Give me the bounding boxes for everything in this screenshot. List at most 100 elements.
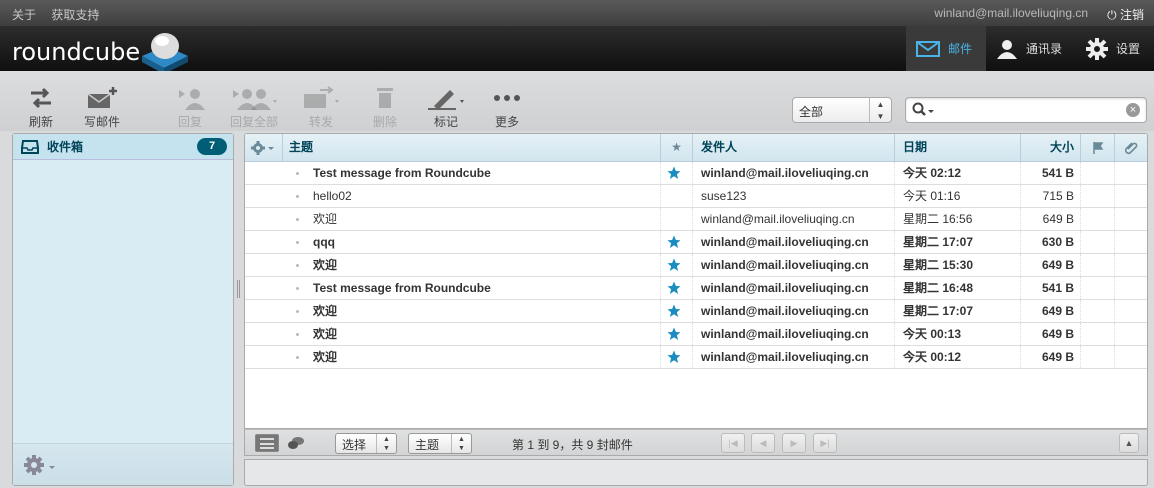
- mark-label: 标记: [433, 115, 458, 129]
- row-flag-cell[interactable]: [1081, 346, 1115, 368]
- column-size[interactable]: 大小: [1021, 134, 1081, 162]
- last-page-button[interactable]: ▶|: [813, 433, 837, 453]
- compose-button[interactable]: 写邮件: [77, 85, 127, 130]
- row-flag-cell[interactable]: [1081, 254, 1115, 276]
- status-dot-icon[interactable]: [296, 356, 299, 359]
- status-dot-icon[interactable]: [296, 195, 299, 198]
- forward-label: 转发: [308, 115, 333, 129]
- row-from: winland@mail.iloveliuqing.cn: [693, 346, 895, 368]
- message-row[interactable]: hello02 suse123 今天 01:16 715 B: [245, 185, 1147, 208]
- forward-button[interactable]: 转发: [296, 85, 346, 130]
- row-size: 649 B: [1021, 346, 1081, 368]
- message-row[interactable]: Test message from Roundcube winland@mail.…: [245, 277, 1147, 300]
- next-page-button[interactable]: ▶: [782, 433, 806, 453]
- message-row[interactable]: 欢迎 winland@mail.iloveliuqing.cn 星期二 15:30 6…: [245, 254, 1147, 277]
- row-flag-cell[interactable]: [1081, 185, 1115, 207]
- task-settings[interactable]: 设置: [1076, 26, 1154, 71]
- row-attachment-cell: [1115, 208, 1147, 230]
- pane-splitter[interactable]: [237, 280, 240, 298]
- flagged-star-icon[interactable]: [667, 304, 681, 318]
- reply-button[interactable]: 回复: [165, 85, 215, 130]
- column-date[interactable]: 日期: [895, 134, 1021, 162]
- list-options-button[interactable]: [245, 134, 283, 162]
- logout-link[interactable]: ⏻ 注销: [1107, 6, 1144, 23]
- flagged-star-icon[interactable]: [667, 281, 681, 295]
- support-link[interactable]: 获取支持: [51, 8, 99, 22]
- mark-button[interactable]: 标记: [421, 85, 471, 130]
- row-size: 541 B: [1021, 162, 1081, 184]
- row-star-cell[interactable]: [661, 208, 693, 230]
- message-row[interactable]: 欢迎 winland@mail.iloveliuqing.cn 星期二 17:07 6…: [245, 300, 1147, 323]
- more-button[interactable]: 更多: [482, 85, 532, 130]
- status-dot-icon[interactable]: [296, 241, 299, 244]
- column-flag-icon[interactable]: [1081, 134, 1115, 162]
- row-size: 649 B: [1021, 254, 1081, 276]
- column-subject[interactable]: 主题: [283, 134, 661, 162]
- search-icon[interactable]: [912, 102, 936, 118]
- row-attachment-cell: [1115, 231, 1147, 253]
- task-mail[interactable]: 邮件: [905, 26, 986, 71]
- toggle-preview-icon[interactable]: ▲: [1119, 433, 1139, 453]
- task-mail-label: 邮件: [947, 42, 972, 56]
- list-view-toggle-icon[interactable]: [255, 434, 279, 452]
- task-contacts[interactable]: 通讯录: [986, 26, 1076, 71]
- message-row[interactable]: 欢迎 winland@mail.iloveliuqing.cn 今天 00:12 64…: [245, 346, 1147, 369]
- refresh-button[interactable]: 刷新: [16, 85, 66, 130]
- column-flag-star-icon[interactable]: ★: [661, 134, 693, 162]
- search-box[interactable]: ×: [905, 97, 1147, 123]
- status-dot-icon[interactable]: [296, 310, 299, 313]
- flagged-star-icon[interactable]: [667, 166, 681, 180]
- about-link[interactable]: 关于: [12, 8, 36, 22]
- message-row[interactable]: qqq winland@mail.iloveliuqing.cn 星期二 17:07…: [245, 231, 1147, 254]
- reply-all-icon: [233, 89, 277, 110]
- compose-icon: [87, 87, 117, 108]
- row-from: winland@mail.iloveliuqing.cn: [693, 323, 895, 345]
- flagged-star-icon[interactable]: [667, 258, 681, 272]
- folder-settings-gear-icon[interactable]: [23, 454, 59, 476]
- threads-dropdown[interactable]: 主题 ▲ ▼: [408, 433, 472, 454]
- row-flag-cell[interactable]: [1081, 208, 1115, 230]
- forward-icon: [304, 86, 339, 108]
- status-dot-icon[interactable]: [296, 333, 299, 336]
- flagged-star-icon[interactable]: [667, 350, 681, 364]
- status-dot-icon[interactable]: [296, 218, 299, 221]
- threads-label: 主题: [415, 438, 440, 452]
- row-from: winland@mail.iloveliuqing.cn: [693, 277, 895, 299]
- header: roundcube 邮件 通讯录 设置: [0, 26, 1154, 74]
- row-flag-cell[interactable]: [1081, 162, 1115, 184]
- status-dot-icon[interactable]: [296, 287, 299, 290]
- message-row[interactable]: Test message from Roundcube winland@mail.…: [245, 162, 1147, 185]
- refresh-icon: [31, 87, 51, 109]
- logout-label: 注销: [1119, 8, 1144, 22]
- row-flag-cell[interactable]: [1081, 300, 1115, 322]
- first-page-button[interactable]: |◀: [721, 433, 745, 453]
- column-attachment-icon[interactable]: [1115, 134, 1147, 162]
- mail-icon: [915, 40, 940, 57]
- list-footer: 选择 ▲ ▼ 主题 ▲ ▼ 第 1 到 9，共 9 封邮件 |◀ ◀ ▶ ▶| ▲: [244, 429, 1148, 456]
- filter-select[interactable]: 全部 ▲ ▼: [792, 97, 892, 123]
- message-count: 第 1 到 9，共 9 封邮件: [512, 438, 633, 452]
- flagged-star-icon[interactable]: [667, 327, 681, 341]
- flagged-star-icon[interactable]: [667, 235, 681, 249]
- message-row[interactable]: 欢迎 winland@mail.iloveliuqing.cn 今天 00:13 64…: [245, 323, 1147, 346]
- folder-inbox[interactable]: 收件箱 7: [13, 134, 233, 160]
- reply-all-button[interactable]: 回复全部: [226, 85, 282, 130]
- prev-page-button[interactable]: ◀: [751, 433, 775, 453]
- delete-button[interactable]: 删除: [360, 85, 410, 130]
- status-dot-icon[interactable]: [296, 172, 299, 175]
- logo-wordmark: roundcube: [12, 38, 141, 66]
- row-attachment-cell: [1115, 162, 1147, 184]
- select-dropdown[interactable]: 选择 ▲ ▼: [335, 433, 397, 454]
- threads-icon[interactable]: [287, 436, 305, 450]
- row-attachment-cell: [1115, 254, 1147, 276]
- row-flag-cell[interactable]: [1081, 231, 1115, 253]
- row-star-cell[interactable]: [661, 185, 693, 207]
- column-from[interactable]: 发件人: [693, 134, 895, 162]
- reply-all-label: 回复全部: [229, 115, 278, 129]
- row-flag-cell[interactable]: [1081, 323, 1115, 345]
- clear-search-icon[interactable]: ×: [1126, 103, 1140, 117]
- row-date: 今天 00:13: [895, 323, 1021, 345]
- message-row[interactable]: 欢迎 winland@mail.iloveliuqing.cn 星期二 16:56 6…: [245, 208, 1147, 231]
- status-dot-icon[interactable]: [296, 264, 299, 267]
- row-flag-cell[interactable]: [1081, 277, 1115, 299]
